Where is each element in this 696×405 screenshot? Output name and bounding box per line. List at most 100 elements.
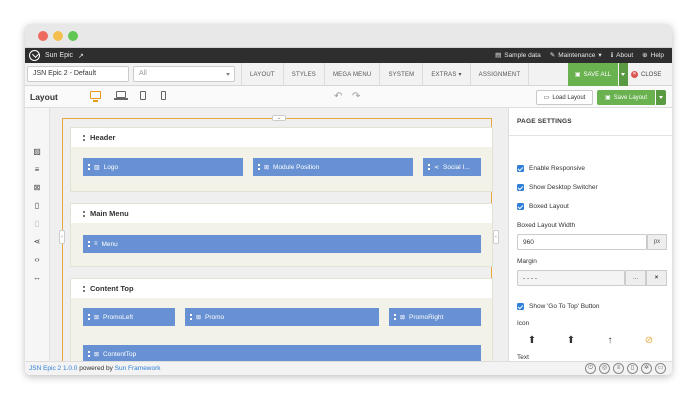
boxed-layout-checkbox[interactable]: Boxed Layout [517, 203, 569, 210]
panel-title: PAGE SETTINGS [517, 118, 572, 125]
block-logo[interactable]: ▨ Logo [83, 158, 243, 176]
sample-data-link[interactable]: ▤ Sample data [495, 51, 541, 60]
drag-handle-icon[interactable] [428, 164, 430, 170]
desktop-icon[interactable] [90, 91, 101, 102]
chat-icon[interactable]: ▭ [655, 363, 666, 374]
tab-extras[interactable]: EXTRAS ▾ [422, 63, 469, 86]
load-layout-button[interactable]: ▭ Load Layout [536, 90, 593, 105]
code-icon[interactable]: ‹› [33, 256, 41, 264]
show-desktop-switcher-checkbox[interactable]: Show Desktop Switcher [517, 184, 598, 191]
none-icon[interactable]: ⊘ [644, 336, 654, 346]
admin-topbar: Sun Epic ↗ ▤ Sample data ✎ Maintenance ▾ ℹA… [25, 48, 672, 63]
window-titlebar [25, 24, 672, 48]
framework-link[interactable]: Sun Framework [115, 365, 161, 372]
maintenance-menu[interactable]: ✎ Maintenance ▾ [550, 51, 602, 60]
block-promo[interactable]: ⊠ Promo [185, 308, 379, 326]
filter-select[interactable]: All [133, 66, 235, 82]
arrow-up-icon[interactable]: ⬆ [566, 336, 576, 346]
element-sidebar: ▨ ≡ ⊠ ▯ ▯ ⋖ ‹› ↔ [25, 108, 50, 361]
expand-left-handle[interactable]: › [59, 230, 65, 244]
drag-handle-icon[interactable] [88, 164, 90, 170]
powered-by-text: powered by [79, 365, 113, 372]
section-header[interactable]: Header ▨ Logo ⊠ Module Position ⋖ Social… [70, 127, 493, 192]
window-close-button[interactable] [38, 31, 48, 41]
product-link[interactable]: JSN Epic 2 1.0.0 [29, 365, 77, 372]
section-content-top[interactable]: Content Top ⊠ PromoLeft ⊠ Promo ⊠ PromoR… [70, 278, 493, 361]
block-content-top[interactable]: ⊠ ContentTop [83, 345, 481, 361]
section-main-menu[interactable]: Main Menu ≡ Menu [70, 203, 493, 267]
file-icon[interactable]: ▯ [33, 202, 41, 210]
database-icon[interactable]: ≡ [613, 363, 624, 374]
drag-handle-icon[interactable] [258, 164, 260, 170]
long-arrow-up-icon[interactable]: ↑ [605, 336, 615, 346]
tab-system[interactable]: SYSTEM [379, 63, 422, 86]
folder-icon: ▭ [543, 95, 550, 101]
block-menu[interactable]: ≡ Menu [83, 235, 481, 253]
checkbox-checked-icon [517, 303, 524, 310]
chevron-down-icon: ▾ [598, 52, 602, 59]
caret-down-icon [226, 73, 230, 76]
save-layout-dropdown[interactable] [656, 90, 666, 105]
enable-responsive-checkbox[interactable]: Enable Responsive [517, 165, 585, 172]
checkbox-checked-icon [517, 165, 524, 172]
image-icon[interactable]: ▨ [33, 148, 41, 156]
laptop-icon[interactable] [114, 91, 128, 100]
divider [509, 135, 672, 136]
power-icon[interactable]: ⏻ [585, 363, 596, 374]
drag-handle-icon[interactable] [394, 314, 396, 320]
width-unit-addon: px [647, 234, 667, 250]
brand-logo-icon [29, 50, 40, 61]
margin-input[interactable]: - - - - [517, 270, 625, 286]
block-promo-left[interactable]: ⊠ PromoLeft [83, 308, 175, 326]
undo-icon[interactable]: ↶ [334, 91, 342, 102]
margin-edit-button[interactable]: ... [625, 270, 646, 286]
module-icon: ⊠ [400, 314, 406, 321]
drag-handle-icon[interactable] [83, 134, 85, 141]
info-icon: ℹ [610, 52, 614, 59]
drag-handle-icon[interactable] [88, 351, 90, 357]
tab-assignment[interactable]: ASSIGNMENT [469, 63, 530, 86]
save-layout-button[interactable]: ▣ Save Layout [597, 90, 655, 105]
document-icon[interactable]: ▯ [627, 363, 638, 374]
block-module-position[interactable]: ⊠ Module Position [253, 158, 413, 176]
drag-handle-icon[interactable] [190, 314, 192, 320]
window-minimize-button[interactable] [53, 31, 63, 41]
brand[interactable]: Sun Epic ↗ [29, 50, 84, 61]
drag-handle-icon[interactable] [88, 241, 90, 247]
style-profile-select[interactable]: JSN Epic 2 - Default [27, 66, 129, 82]
settings-icon[interactable]: ✲ [641, 363, 652, 374]
window-maximize-button[interactable] [68, 31, 78, 41]
close-button[interactable]: ✕ CLOSE [631, 63, 669, 86]
margin-clear-button[interactable]: × [646, 270, 667, 286]
block-social-icons[interactable]: ⋖ Social I... [423, 158, 481, 176]
module-icon[interactable]: ⊠ [33, 184, 41, 192]
about-link[interactable]: ℹ About [610, 51, 633, 60]
section-tabs: LAYOUT STYLES MEGA MENU SYSTEM EXTRAS ▾ … [241, 63, 530, 86]
block-promo-right[interactable]: ⊠ PromoRight [389, 308, 481, 326]
phone-icon[interactable] [161, 91, 166, 100]
help-link[interactable]: ⊕ Help [642, 51, 664, 60]
circle-arrow-up-icon[interactable]: ⬆ [527, 336, 537, 346]
drag-handle-icon[interactable] [88, 314, 90, 320]
tab-layout[interactable]: LAYOUT [241, 63, 283, 86]
globe-icon[interactable]: ◎ [599, 363, 610, 374]
divider-icon[interactable]: ↔ [33, 274, 41, 282]
list-icon[interactable]: ≡ [33, 166, 41, 174]
save-all-button[interactable]: ▣ SAVE ALL [568, 63, 618, 86]
margin-label: Margin [517, 258, 537, 265]
drag-handle-icon[interactable] [83, 210, 85, 217]
boxed-layout-width-input[interactable]: 960 [517, 234, 647, 250]
expand-right-handle[interactable]: ‹ [493, 230, 499, 244]
go-to-top-checkbox[interactable]: Show 'Go To Top' Button [517, 303, 600, 310]
tab-mega-menu[interactable]: MEGA MENU [323, 63, 379, 86]
document-icon[interactable]: ▯ [33, 220, 41, 228]
drag-handle-icon[interactable] [83, 285, 85, 292]
collapse-top-handle[interactable]: ⌄ [272, 115, 286, 121]
tablet-icon[interactable] [140, 91, 146, 100]
redo-icon[interactable]: ↷ [352, 91, 360, 102]
save-all-dropdown[interactable] [619, 63, 628, 86]
tab-styles[interactable]: STYLES [282, 63, 324, 86]
share-icon[interactable]: ⋖ [33, 238, 41, 246]
module-icon: ⊠ [94, 314, 100, 321]
menu-icon: ≡ [94, 241, 98, 247]
